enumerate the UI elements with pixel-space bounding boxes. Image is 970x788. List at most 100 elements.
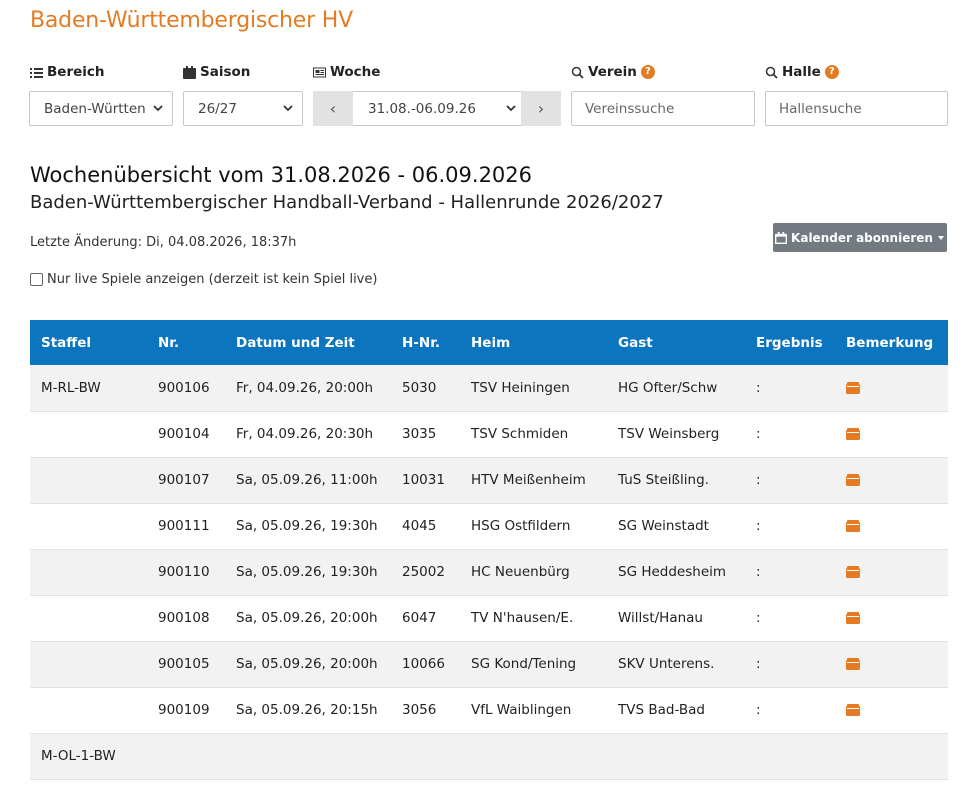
staffel-link[interactable]: M-RL-BW xyxy=(30,365,147,411)
remark-cell xyxy=(835,365,948,411)
game-datetime: Sa, 05.09.26, 20:00h xyxy=(236,656,378,672)
game-number: 900104 xyxy=(158,426,210,442)
home-team: TV N'hausen/E. xyxy=(471,610,574,626)
remark-icon[interactable] xyxy=(846,704,860,716)
staffel-link[interactable] xyxy=(30,503,147,549)
game-number: 900110 xyxy=(158,564,210,580)
saison-label: Saison xyxy=(183,64,250,80)
staffel-link[interactable] xyxy=(30,549,147,595)
table-row: 900108 Sa, 05.09.26, 20:00h 6047 TV N'hause… xyxy=(30,595,948,641)
league-subtitle: Baden-Württembergischer Handball-Verband… xyxy=(30,192,664,213)
newspaper-icon xyxy=(313,67,326,77)
games-table-body: M-RL-BW 900106 Fr, 04.09.26, 20:00h 5030 TSV… xyxy=(30,365,948,779)
column-header-ergebnis[interactable]: Ergebnis xyxy=(745,320,835,365)
staffel-link[interactable] xyxy=(30,641,147,687)
last-change-text: Letzte Änderung: Di, 04.08.2026, 18:37h xyxy=(30,235,297,250)
remark-icon[interactable] xyxy=(846,428,860,440)
table-row: 900111 Sa, 05.09.26, 19:30h 4045 HSG Ostfil… xyxy=(30,503,948,549)
staffel-link[interactable]: M-OL-1-BW xyxy=(30,733,147,779)
guest-team: TVS Bad-Bad xyxy=(618,702,705,718)
staffel-link[interactable] xyxy=(30,457,147,503)
staffel-link[interactable] xyxy=(30,687,147,733)
hall-number-link[interactable]: 10031 xyxy=(391,457,460,503)
game-result: : xyxy=(756,426,761,442)
hall-number-link[interactable]: 5030 xyxy=(391,365,460,411)
remark-cell xyxy=(835,457,948,503)
hall-number-link[interactable]: 3035 xyxy=(391,411,460,457)
game-result: : xyxy=(756,702,761,718)
saison-select[interactable]: 26/27 xyxy=(183,91,303,126)
column-header-bemerkung[interactable]: Bemerkung xyxy=(835,320,948,365)
halle-label: Halle ? xyxy=(765,64,839,80)
staffel-link[interactable] xyxy=(30,411,147,457)
home-team: HTV Meißenheim xyxy=(471,472,586,488)
game-result: : xyxy=(756,656,761,672)
chevron-down-icon xyxy=(153,105,163,112)
live-only-checkbox[interactable] xyxy=(30,273,43,286)
verein-search-input[interactable] xyxy=(571,91,755,126)
home-team: VfL Waiblingen xyxy=(471,702,572,718)
game-datetime: Sa, 05.09.26, 19:30h xyxy=(236,518,378,534)
calendar-icon xyxy=(775,231,788,244)
game-datetime: Sa, 05.09.26, 20:00h xyxy=(236,610,378,626)
help-icon[interactable]: ? xyxy=(824,65,839,79)
guest-team: HG Ofter/Schw xyxy=(618,379,718,396)
guest-team: SKV Unterens. xyxy=(618,656,715,672)
remark-icon[interactable] xyxy=(846,612,860,624)
remark-cell xyxy=(835,503,948,549)
table-row: M-OL-1-BW xyxy=(30,733,948,779)
hall-number-link[interactable]: 25002 xyxy=(391,549,460,595)
live-only-filter[interactable]: Nur live Spiele anzeigen (derzeit ist ke… xyxy=(30,272,377,287)
home-team: TSV Heiningen xyxy=(471,379,570,396)
remark-icon[interactable] xyxy=(846,566,860,578)
remark-icon[interactable] xyxy=(846,474,860,486)
game-number: 900109 xyxy=(158,702,210,718)
table-row: 900110 Sa, 05.09.26, 19:30h 25002 HC Neuenb… xyxy=(30,549,948,595)
week-overview-title: Wochenübersicht vom 31.08.2026 - 06.09.2… xyxy=(30,163,533,187)
remark-icon[interactable] xyxy=(846,381,860,394)
table-row: 900107 Sa, 05.09.26, 11:00h 10031 HTV Meiße… xyxy=(30,457,948,503)
caret-down-icon xyxy=(937,235,944,240)
subscribe-calendar-button[interactable]: Kalender abonnieren xyxy=(773,223,947,252)
hall-number-link[interactable]: 4045 xyxy=(391,503,460,549)
table-row: M-RL-BW 900106 Fr, 04.09.26, 20:00h 5030 TSV… xyxy=(30,365,948,411)
halle-search-input[interactable] xyxy=(765,91,948,126)
column-header-gast[interactable]: Gast xyxy=(607,320,745,365)
remark-icon[interactable] xyxy=(846,658,860,670)
column-header-nr[interactable]: Nr. xyxy=(147,320,225,365)
bereich-select[interactable]: Baden-Württen xyxy=(29,91,173,126)
hall-number-link[interactable]: 6047 xyxy=(391,595,460,641)
empty-cell xyxy=(147,733,948,779)
column-header-heim[interactable]: Heim xyxy=(460,320,607,365)
game-number: 900111 xyxy=(158,518,210,534)
page-title: Baden-Württembergischer HV xyxy=(30,8,353,33)
game-number: 900108 xyxy=(158,610,210,626)
hall-number-link[interactable]: 3056 xyxy=(391,687,460,733)
guest-team: SG Heddesheim xyxy=(618,564,727,580)
help-icon[interactable]: ? xyxy=(640,65,655,79)
chevron-down-icon xyxy=(283,105,293,112)
guest-team: Willst/Hanau xyxy=(618,610,703,626)
staffel-link[interactable] xyxy=(30,595,147,641)
home-team: HC Neuenbürg xyxy=(471,564,570,580)
guest-team: TSV Weinsberg xyxy=(618,426,720,442)
table-row: 900104 Fr, 04.09.26, 20:30h 3035 TSV Schmid… xyxy=(30,411,948,457)
game-result: : xyxy=(756,564,761,580)
game-result: : xyxy=(756,379,761,396)
column-header-datum[interactable]: Datum und Zeit xyxy=(225,320,391,365)
prev-week-button[interactable]: ‹ xyxy=(313,91,353,126)
calendar-icon xyxy=(183,65,196,79)
next-week-button[interactable]: › xyxy=(521,91,561,126)
hall-number-link[interactable]: 10066 xyxy=(391,641,460,687)
woche-selector: ‹ 31.08.-06.09.26 › xyxy=(313,91,561,126)
game-datetime: Sa, 05.09.26, 19:30h xyxy=(236,564,378,580)
column-header-staffel[interactable]: Staffel xyxy=(30,320,147,365)
column-header-hnr[interactable]: H-Nr. xyxy=(391,320,460,365)
home-team: HSG Ostfildern xyxy=(471,518,571,534)
bereich-label: Bereich xyxy=(30,64,105,80)
list-icon xyxy=(30,67,43,78)
remark-cell xyxy=(835,687,948,733)
remark-cell xyxy=(835,411,948,457)
remark-icon[interactable] xyxy=(846,520,860,532)
woche-select[interactable]: 31.08.-06.09.26 xyxy=(353,91,521,126)
